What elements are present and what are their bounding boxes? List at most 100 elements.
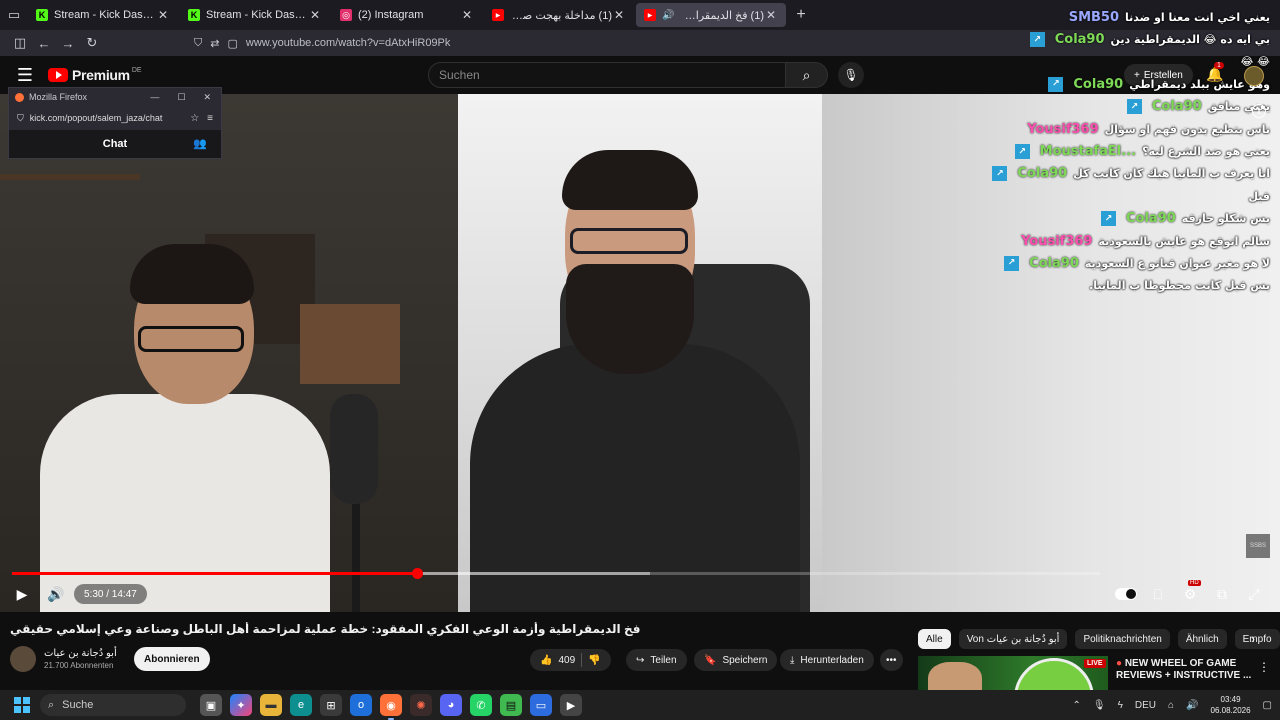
firefox-icon[interactable]: ◉: [380, 694, 402, 720]
close-tab-icon[interactable]: ✕: [460, 8, 474, 22]
lock-icon[interactable]: ▢: [227, 37, 237, 50]
shield-icon[interactable]: ⛉: [17, 113, 24, 124]
subscribe-button[interactable]: Abonnieren: [134, 647, 210, 671]
progress-bar[interactable]: [12, 568, 1100, 579]
minimize-icon[interactable]: —: [150, 92, 159, 103]
miniplayer-button[interactable]: ⧉: [1212, 584, 1232, 604]
more-vertical-icon[interactable]: ⋮: [1258, 660, 1270, 674]
store-icon[interactable]: ⊞: [320, 694, 342, 716]
chat-username[interactable]: SMB50: [1069, 10, 1119, 25]
outlook-icon[interactable]: o: [350, 694, 372, 716]
info-icon[interactable]: i: [1252, 104, 1266, 118]
chat-app-icon[interactable]: ▤: [500, 694, 522, 716]
more-actions-button[interactable]: •••: [880, 649, 903, 671]
sidebar-toggle-icon[interactable]: ◫: [8, 32, 32, 54]
browser-tab-5-active[interactable]: ▶ 🔊 (1) فخ الديمقراطية وأزمة الو... ✕: [636, 3, 786, 27]
close-icon[interactable]: ✕: [203, 92, 211, 103]
popout-chat-window[interactable]: Mozilla Firefox — ☐ ✕ ⛉ kick.com/popout/…: [8, 87, 222, 159]
chat-username[interactable]: Yousif369: [1027, 122, 1098, 137]
copilot-icon[interactable]: ✦: [230, 694, 252, 716]
chip-all[interactable]: Alle: [918, 629, 951, 649]
chip-from-channel[interactable]: Von أبو دُجانة بن عيات: [958, 629, 1068, 649]
channel-info[interactable]: أبو دُجانة بن عيات 21.700 Abonnenten: [10, 644, 117, 674]
whatsapp-icon[interactable]: ✆: [470, 694, 492, 716]
chip-similar[interactable]: Ähnlich: [1177, 629, 1227, 649]
share-button[interactable]: ↪ Teilen: [626, 649, 687, 671]
autoplay-toggle[interactable]: [1114, 584, 1138, 604]
notification-center-icon[interactable]: ▢: [1263, 700, 1272, 711]
fullscreen-button[interactable]: ⤢: [1244, 584, 1264, 604]
url-text[interactable]: www.youtube.com/watch?v=dAtxHiR09Pk: [246, 37, 451, 49]
subtitles-button[interactable]: ⎕: [1148, 584, 1168, 604]
star-icon[interactable]: ☆: [190, 113, 199, 124]
browser-tab-1[interactable]: K Stream - Kick Dashboard ✕: [28, 3, 178, 27]
speaker-icon[interactable]: 🔊: [662, 10, 674, 21]
chip-politics[interactable]: Politiknachrichten: [1075, 629, 1170, 649]
popout-url[interactable]: kick.com/popout/salem_jaza/chat: [30, 113, 190, 123]
chat-username[interactable]: Cola90: [1017, 166, 1067, 181]
menu-icon[interactable]: ☰: [10, 65, 40, 86]
search-button[interactable]: ⌕: [786, 62, 828, 88]
taskbar-search[interactable]: ⌕ Suche: [40, 694, 186, 716]
channel-name[interactable]: أبو دُجانة بن عيات: [44, 648, 117, 659]
chat-username[interactable]: Cola90: [1126, 211, 1176, 226]
address-bar[interactable]: ⛉ ⇄ ▢ www.youtube.com/watch?v=dAtxHiR09P…: [194, 32, 1014, 54]
channel-watermark[interactable]: SSBS: [1246, 534, 1270, 558]
volume-icon[interactable]: 🔊: [1186, 700, 1198, 711]
recommended-video[interactable]: LIVE ● NEW WHEEL OF GAME REVIEWS + INSTR…: [918, 656, 1280, 690]
like-icon[interactable]: 👍: [540, 655, 552, 666]
chevron-right-icon[interactable]: ›: [1246, 631, 1260, 647]
reload-icon[interactable]: ↻: [80, 32, 104, 54]
new-tab-button[interactable]: +: [788, 3, 814, 27]
language-indicator[interactable]: DEU: [1135, 700, 1156, 711]
forward-arrow-icon[interactable]: →: [56, 32, 80, 54]
scrubber-handle[interactable]: [411, 568, 423, 579]
browser-tab-4[interactable]: ▶ (1) مداخلة بهجت صابر وإبراهيم ... ✕: [484, 3, 634, 27]
tab-list-icon[interactable]: ▭: [0, 0, 28, 30]
edge-icon[interactable]: e: [290, 694, 312, 716]
settings-button[interactable]: ⚙ HD: [1180, 580, 1201, 604]
browser-tab-2[interactable]: K Stream - Kick Dashboard ✕: [180, 3, 330, 27]
maximize-icon[interactable]: ☐: [177, 92, 185, 103]
microphone-icon[interactable]: 🎙: [1093, 700, 1106, 711]
play-button[interactable]: ▶: [12, 584, 32, 604]
recommended-title[interactable]: ● NEW WHEEL OF GAME REVIEWS + INSTRUCTIV…: [1116, 658, 1256, 682]
close-tab-icon[interactable]: ✕: [612, 8, 626, 22]
asterisk-app-icon[interactable]: ✺: [410, 694, 432, 716]
chat-username[interactable]: Cola90: [1029, 256, 1079, 271]
chat-username[interactable]: MoustafaEl...: [1040, 144, 1136, 159]
remote-desktop-icon[interactable]: ▭: [530, 694, 552, 716]
download-button[interactable]: ⤓ Herunterladen: [780, 649, 874, 671]
close-tab-icon[interactable]: ✕: [156, 8, 170, 22]
chat-username[interactable]: Cola90: [1152, 99, 1202, 114]
close-tab-icon[interactable]: ✕: [764, 8, 778, 22]
chevron-up-icon[interactable]: ⌃: [1072, 700, 1080, 711]
media-player-icon[interactable]: ▶: [560, 694, 582, 716]
channel-avatar[interactable]: [10, 646, 36, 672]
browser-tab-3[interactable]: ◎ (2) Instagram ✕: [332, 3, 482, 27]
network-icon[interactable]: ⌂: [1168, 700, 1174, 711]
discord-icon[interactable]: ◕: [440, 694, 462, 716]
menu-icon[interactable]: ≡: [207, 113, 213, 124]
recommended-thumbnail[interactable]: [918, 656, 1108, 690]
dislike-icon[interactable]: 👎: [588, 655, 600, 666]
close-tab-icon[interactable]: ✕: [308, 8, 322, 22]
users-icon[interactable]: 👥: [193, 137, 207, 150]
popout-url-row[interactable]: ⛉ kick.com/popout/salem_jaza/chat ☆ ≡: [9, 106, 221, 130]
shield-icon[interactable]: ⛉: [194, 37, 202, 50]
task-view-icon[interactable]: ▣: [200, 694, 222, 716]
account-avatar[interactable]: [1244, 66, 1264, 86]
file-explorer-icon[interactable]: ▬: [260, 694, 282, 716]
back-arrow-icon[interactable]: ←: [32, 32, 56, 54]
chat-username[interactable]: Cola90: [1055, 32, 1105, 47]
voice-search-button[interactable]: 🎙: [838, 62, 864, 88]
chat-username[interactable]: Cola90: [1073, 77, 1123, 92]
popout-titlebar[interactable]: Mozilla Firefox — ☐ ✕: [9, 88, 221, 106]
chat-username[interactable]: Yousif369: [1021, 234, 1092, 249]
permissions-icon[interactable]: ⇄: [210, 37, 219, 50]
volume-button[interactable]: 🔊: [46, 584, 66, 604]
taskbar-clock[interactable]: 03:49 06.08.2026: [1211, 694, 1251, 716]
windows-start-icon[interactable]: [14, 697, 30, 713]
search-input[interactable]: Suchen: [428, 62, 786, 88]
like-count[interactable]: 409: [558, 655, 575, 666]
